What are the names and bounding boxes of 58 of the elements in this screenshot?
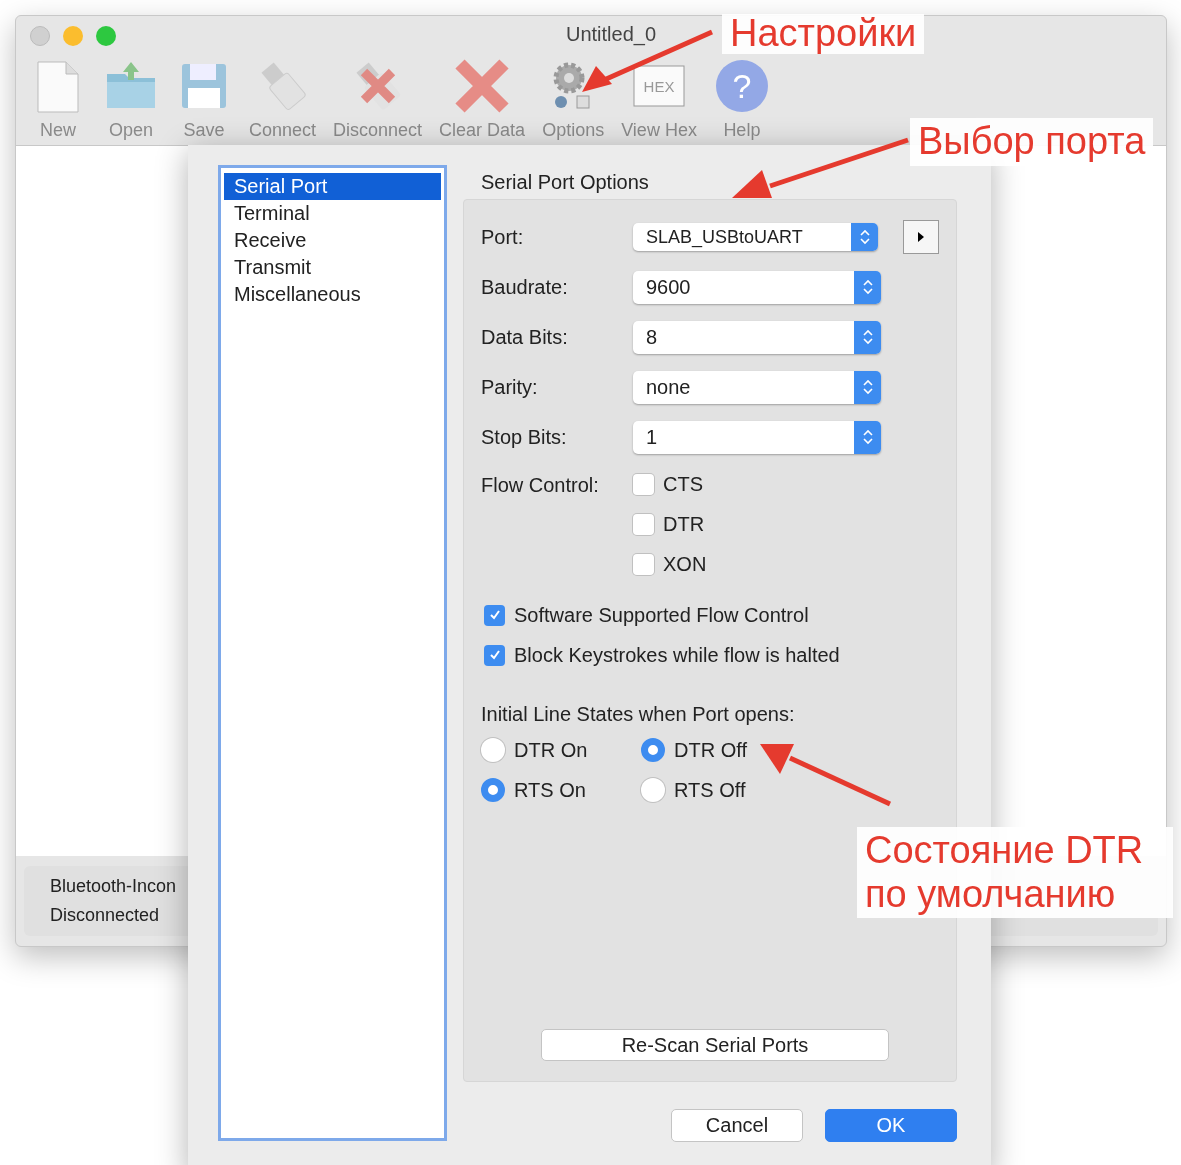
category-item[interactable]: Transmit xyxy=(224,254,441,281)
annotation-label: Настройки xyxy=(722,14,925,54)
checkbox-label: Software Supported Flow Control xyxy=(514,603,809,627)
zoom-icon[interactable] xyxy=(96,26,116,46)
annotation-label: Выбор порта xyxy=(910,118,1154,166)
radio-button[interactable] xyxy=(481,778,505,802)
cross-icon xyxy=(454,58,511,114)
checkbox-label: XON xyxy=(663,552,707,576)
field-label: Data Bits: xyxy=(481,325,569,349)
stepper-icon xyxy=(861,278,874,296)
checkbox[interactable] xyxy=(484,644,505,666)
radio-button[interactable] xyxy=(641,738,665,762)
checkbox[interactable] xyxy=(633,553,654,575)
checkmark-icon xyxy=(487,608,502,622)
stepper-icon xyxy=(861,428,874,446)
select-field[interactable]: none xyxy=(633,370,881,404)
checkbox-label: Block Keystrokes while flow is halted xyxy=(514,643,840,667)
checkbox[interactable] xyxy=(633,513,654,535)
ok-button[interactable]: OK xyxy=(825,1109,957,1142)
connection-status: Disconnected xyxy=(50,905,161,926)
checkbox[interactable] xyxy=(633,473,654,495)
device-name: Bluetooth-Incon xyxy=(50,876,177,897)
rescan-button[interactable]: Re-Scan Serial Ports xyxy=(541,1029,889,1061)
radio-label: DTR Off xyxy=(674,738,747,762)
radio-label: RTS On xyxy=(514,778,586,802)
radio-label: RTS Off xyxy=(674,778,746,802)
stepper-icon xyxy=(858,228,871,246)
close-icon[interactable] xyxy=(30,26,50,46)
field-label: Flow Control: xyxy=(481,473,600,498)
checkbox-label: DTR xyxy=(663,512,705,536)
field-label: Stop Bits: xyxy=(481,425,568,449)
minimize-icon[interactable] xyxy=(63,26,83,46)
radio-button[interactable] xyxy=(481,738,505,762)
cancel-button[interactable]: Cancel xyxy=(671,1109,803,1142)
category-item[interactable]: Terminal xyxy=(224,200,441,227)
field-label: Baudrate: xyxy=(481,275,569,299)
section-title: Serial Port Options xyxy=(480,171,650,195)
stepper-icon xyxy=(861,328,874,346)
checkbox-label: CTS xyxy=(663,472,703,496)
field-label: Parity: xyxy=(481,375,539,399)
select-field[interactable]: 1 xyxy=(633,420,881,454)
disclosure-button[interactable] xyxy=(903,220,939,254)
select-field[interactable]: SLAB_USBtoUART xyxy=(633,223,879,251)
category-item[interactable]: Miscellaneous xyxy=(224,281,441,308)
triangle-icon xyxy=(917,231,926,243)
category-item[interactable]: Serial Port xyxy=(224,173,441,200)
select-field[interactable]: 8 xyxy=(633,320,881,354)
field-label: Port: xyxy=(481,225,525,249)
stepper-icon xyxy=(861,378,874,396)
radio-label: DTR On xyxy=(514,738,588,762)
checkmark-icon xyxy=(487,648,502,662)
radio-button[interactable] xyxy=(641,778,665,802)
group-heading: Initial Line States when Port opens: xyxy=(481,703,796,726)
help-icon: ? xyxy=(713,58,770,114)
window-title: Untitled_0 xyxy=(565,22,657,46)
select-field[interactable]: 9600 xyxy=(633,270,881,304)
checkbox[interactable] xyxy=(484,604,505,626)
category-item[interactable]: Receive xyxy=(224,227,441,254)
